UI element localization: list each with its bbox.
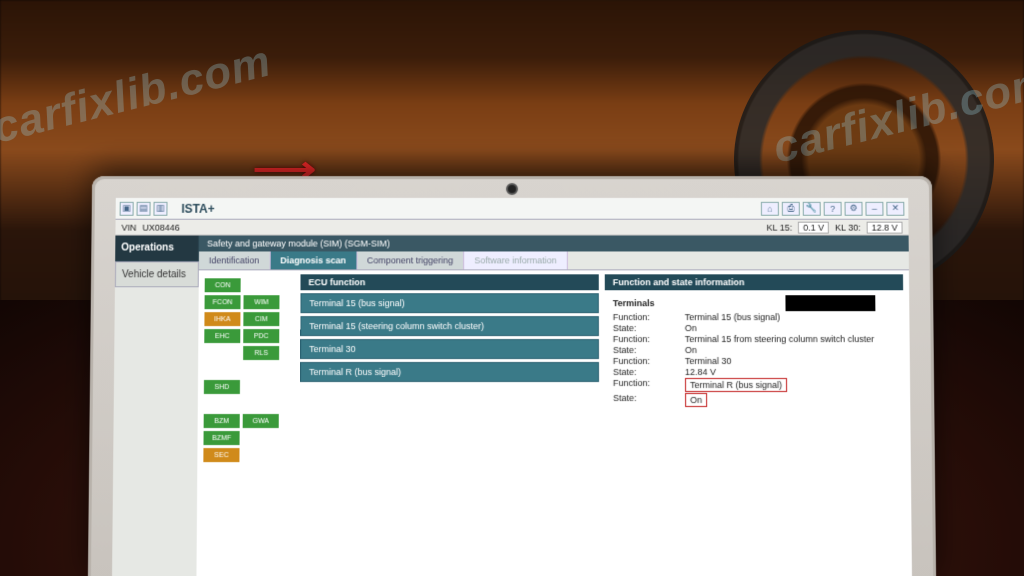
state-value: Terminal 30 — [685, 356, 896, 366]
state-value: 12.84 V — [685, 367, 896, 377]
state-row: State:12.84 V — [613, 367, 896, 377]
ecu-chip-fcon[interactable]: FCON — [205, 295, 241, 309]
ecu-tree: CON FCONWIMIHKACIMEHCPDC RLS SHD BZMGWA BZMF S… — [202, 274, 294, 574]
state-key: Function: — [613, 356, 685, 366]
state-info-panel: Function and state information Terminals… — [605, 274, 906, 574]
state-row: State:On — [613, 345, 896, 355]
state-row: Function:Terminal 15 from steering colum… — [613, 334, 896, 344]
window-icon[interactable]: ▣ — [120, 201, 134, 215]
title-bar: ▣ ▤ ▥ ISTA+ ⌂ ⎙ 🔧 ? ⚙ – ✕ — [116, 198, 909, 220]
vin-label: VIN — [121, 222, 136, 232]
title-left-icons: ▣ ▤ ▥ — [120, 201, 168, 215]
state-key: Function: — [613, 312, 685, 322]
tab-diagnosis-scan[interactable]: Diagnosis scan — [270, 251, 357, 269]
ecu-function-header: ECU function — [300, 274, 598, 290]
vin-value: UX08446 — [142, 222, 179, 232]
state-value: On — [685, 393, 896, 407]
ecu-chip-bzmf[interactable]: BZMF — [203, 431, 239, 445]
ecu-chip-ehc[interactable]: EHC — [204, 329, 240, 343]
ecu-chip-gwa[interactable]: GWA — [243, 414, 279, 428]
panels-row: CON FCONWIMIHKACIMEHCPDC RLS SHD BZMGWA BZMF S… — [196, 270, 912, 576]
tab-software-info[interactable]: Software information — [464, 251, 567, 269]
kl15-value: 0.1 V — [798, 221, 829, 233]
ecu-chip-con[interactable]: CON — [205, 278, 241, 292]
app-body: Operations Vehicle details Safety and ga… — [112, 236, 912, 576]
state-value: Terminal R (bus signal) — [685, 378, 896, 392]
state-row: Function:Terminal 15 (bus signal) — [613, 312, 896, 322]
tab-identification[interactable]: Identification — [199, 251, 270, 269]
ecu-chip-sec[interactable]: SEC — [203, 448, 239, 462]
app-screen: ▣ ▤ ▥ ISTA+ ⌂ ⎙ 🔧 ? ⚙ – ✕ VIN UX08446 KL… — [112, 198, 912, 576]
minimize-icon[interactable]: – — [865, 201, 883, 215]
ecu-chip-ihka[interactable]: IHKA — [204, 312, 240, 326]
state-value: Terminal 15 from steering column switch … — [685, 334, 896, 344]
window-icon[interactable]: ▤ — [137, 201, 151, 215]
ecu-function-item[interactable]: Terminal 15 (bus signal) — [300, 293, 599, 313]
sub-tabs: Identification Diagnosis scan Component … — [199, 251, 909, 270]
ecu-function-item[interactable]: Terminal 30 — [300, 339, 599, 359]
tablet-camera — [506, 183, 518, 195]
state-row: State:On — [613, 323, 896, 333]
state-info-body: Terminals Function:Terminal 15 (bus sign… — [605, 290, 906, 574]
home-icon[interactable]: ⌂ — [761, 201, 779, 215]
app-title: ISTA+ — [181, 201, 214, 215]
kl15-label: KL 15: — [767, 222, 793, 232]
window-icon[interactable]: ▥ — [153, 201, 167, 215]
settings-icon[interactable]: ⚙ — [845, 201, 863, 215]
title-right-icons: ⌂ ⎙ 🔧 ? ⚙ – ✕ — [761, 201, 905, 215]
tab-component-triggering[interactable]: Component triggering — [357, 251, 464, 269]
ecu-chip-bzm[interactable]: BZM — [204, 414, 240, 428]
kl30-label: KL 30: — [835, 222, 861, 232]
state-key: State: — [613, 323, 685, 333]
state-row: Function:Terminal 30 — [613, 356, 896, 366]
ecu-function-item[interactable]: Terminal R (bus signal) — [300, 362, 599, 382]
left-nav: Operations Vehicle details — [112, 236, 199, 576]
state-key: State: — [613, 367, 685, 377]
state-row: State:On — [613, 393, 896, 407]
module-breadcrumb: Safety and gateway module (SIM) (SGM-SIM… — [199, 236, 909, 252]
ecu-chip-pdc[interactable]: PDC — [243, 329, 279, 343]
state-key: Function: — [613, 334, 685, 344]
ecu-function-panel: ECU function Terminal 15 (bus signal) Ter… — [299, 274, 599, 574]
redacted-block — [785, 295, 875, 311]
state-info-header: Function and state information — [605, 274, 903, 290]
state-value: On — [685, 323, 896, 333]
state-key: State: — [613, 393, 685, 407]
ecu-chip-wim[interactable]: WIM — [243, 295, 279, 309]
state-key: Function: — [613, 378, 685, 392]
state-value: Terminal 15 (bus signal) — [685, 312, 896, 322]
ecu-chip-shd[interactable]: SHD — [204, 380, 240, 394]
kl30-value: 12.8 V — [867, 221, 903, 233]
nav-operations[interactable]: Operations — [115, 236, 199, 262]
state-value: On — [685, 345, 896, 355]
ecu-chip-cim[interactable]: CIM — [243, 312, 279, 326]
wrench-icon[interactable]: 🔧 — [803, 201, 821, 215]
close-icon[interactable]: ✕ — [886, 201, 904, 215]
nav-vehicle-details[interactable]: Vehicle details — [115, 261, 199, 287]
vin-row: VIN UX08446 KL 15: 0.1 V KL 30: 12.8 V — [115, 220, 908, 236]
state-key: State: — [613, 345, 685, 355]
ecu-function-item[interactable]: Terminal 15 (steering column switch clus… — [300, 316, 599, 336]
content-area: Safety and gateway module (SIM) (SGM-SIM… — [196, 236, 912, 576]
help-icon[interactable]: ? — [824, 201, 842, 215]
ecu-chip-rls[interactable]: RLS — [243, 346, 279, 360]
tablet-device: ▣ ▤ ▥ ISTA+ ⌂ ⎙ 🔧 ? ⚙ – ✕ VIN UX08446 KL… — [88, 176, 936, 576]
print-icon[interactable]: ⎙ — [782, 201, 800, 215]
state-row: Function:Terminal R (bus signal) — [613, 378, 896, 392]
